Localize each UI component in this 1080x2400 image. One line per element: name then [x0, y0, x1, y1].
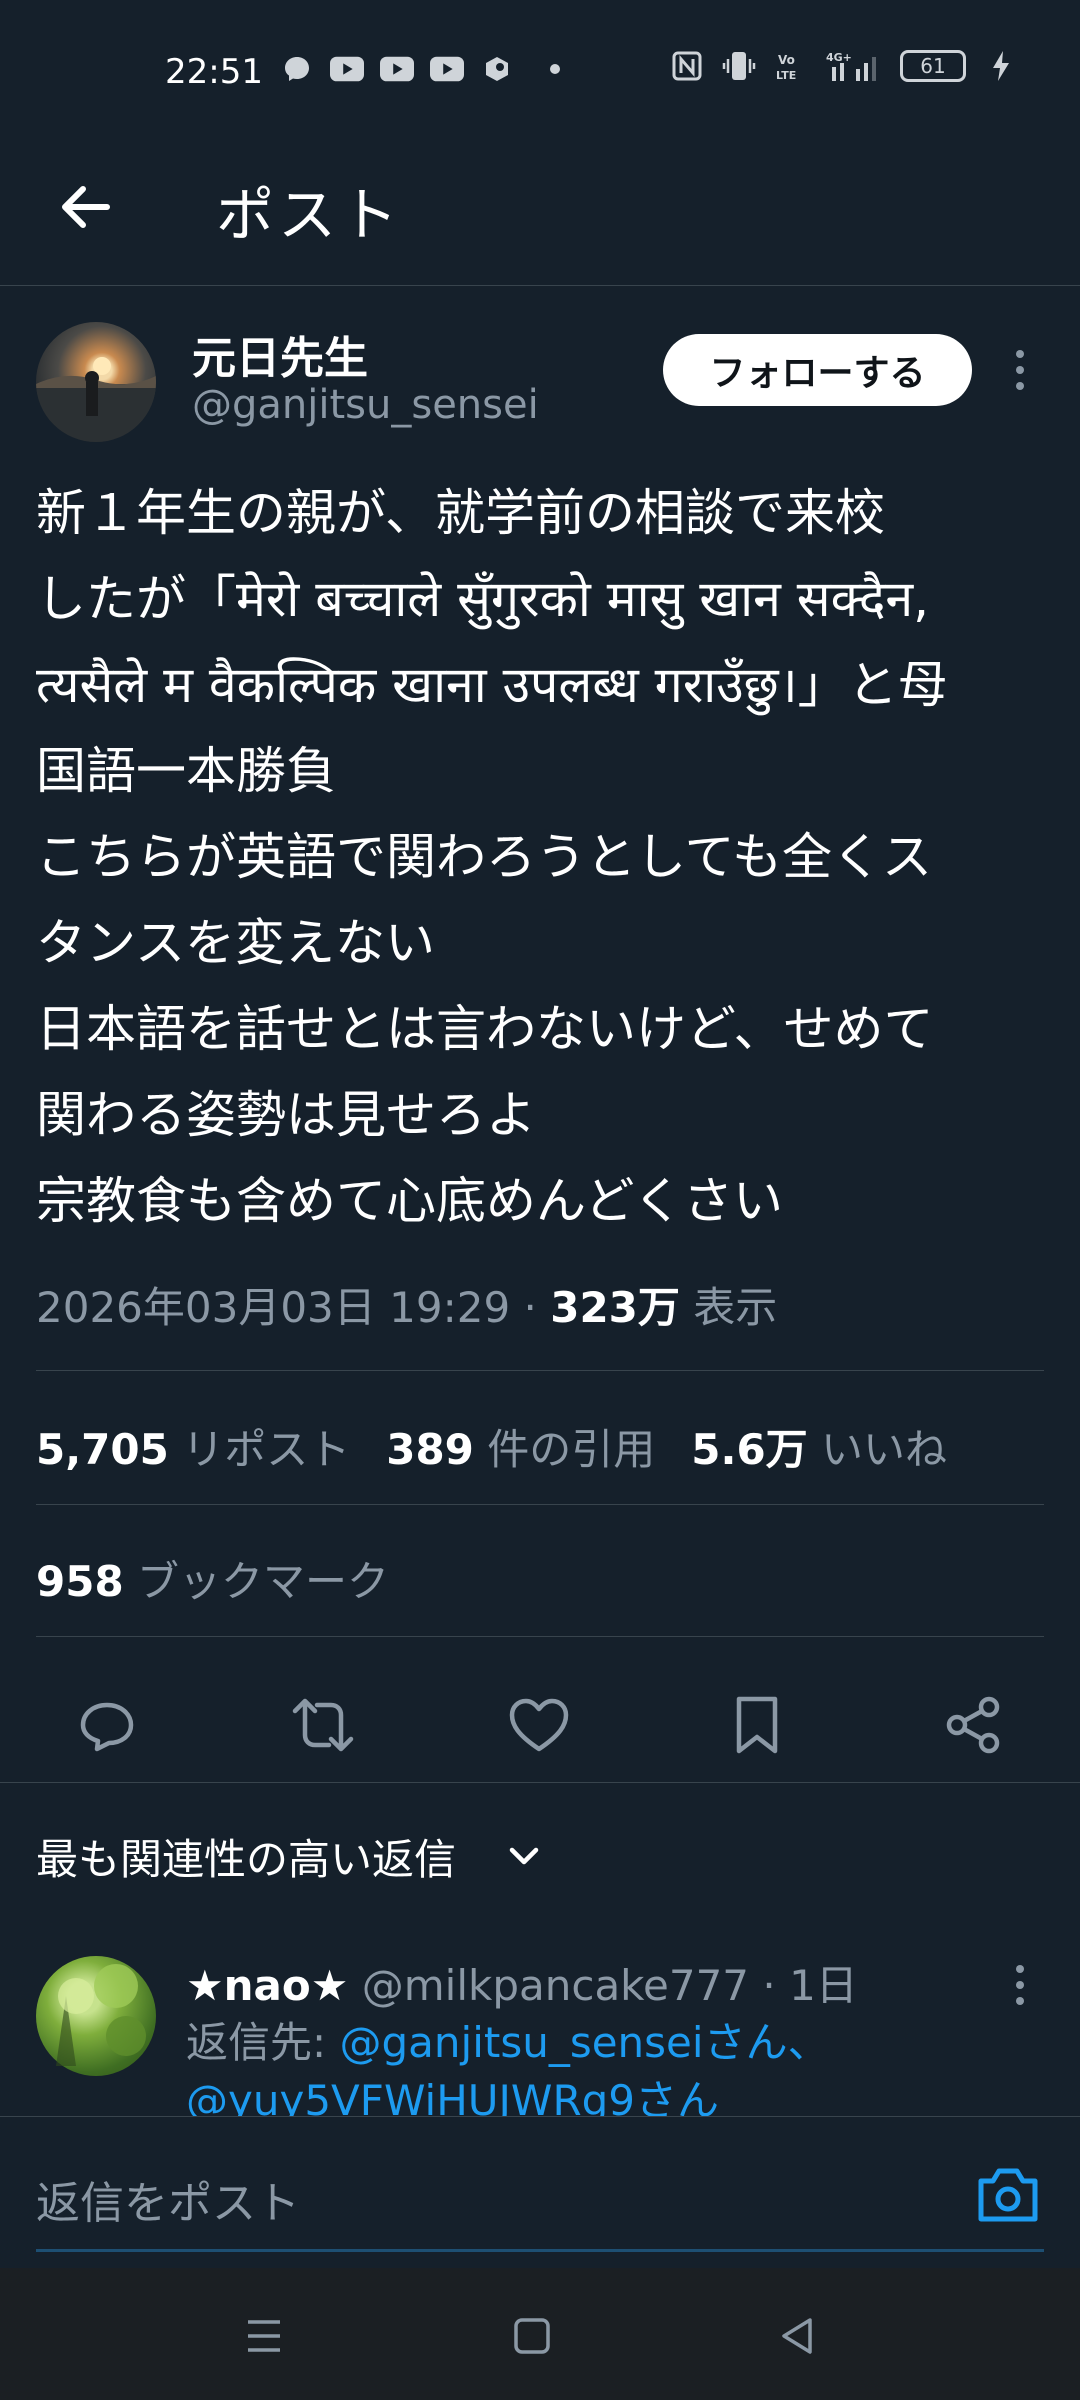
- divider: [36, 1636, 1044, 1637]
- reply-button[interactable]: [72, 1690, 142, 1760]
- 4g-signal-icon: 4G+: [826, 51, 882, 81]
- bookmarks-label: ブックマーク: [137, 1557, 390, 1606]
- system-icons: Vo LTE 4G+ 61: [670, 50, 1018, 82]
- charging-icon: [984, 51, 1018, 81]
- reply-input[interactable]: 返信をポスト: [36, 2167, 300, 2231]
- reply-more-options-button[interactable]: [1000, 1960, 1040, 2010]
- volte-icon: Vo LTE: [774, 51, 808, 82]
- reposts-label: リポスト: [182, 1425, 351, 1474]
- likes-count: 5.6万: [691, 1425, 808, 1474]
- author-handle[interactable]: @ganjitsu_sensei: [192, 382, 539, 428]
- notification-icons: [280, 54, 560, 84]
- reply-author-handle[interactable]: @milkpancake777: [362, 1961, 749, 2010]
- quotes-label: 件の引用: [487, 1425, 656, 1474]
- quotes-count: 389: [386, 1425, 474, 1474]
- reply-time: · 1日: [749, 1961, 858, 2010]
- messenger-icon: [280, 54, 314, 84]
- divider: [36, 1370, 1044, 1371]
- nfc-icon: [670, 51, 704, 81]
- likes-stat[interactable]: 5.6万 いいね: [691, 1416, 947, 1477]
- recents-button[interactable]: [236, 2308, 292, 2364]
- svg-text:4G+: 4G+: [826, 51, 852, 64]
- status-time: 22:51: [165, 52, 263, 92]
- svg-text:LTE: LTE: [776, 69, 796, 82]
- more-dot-icon: [1016, 366, 1024, 374]
- more-dot-icon: [1016, 350, 1024, 358]
- share-button[interactable]: [938, 1690, 1008, 1760]
- likes-label: いいね: [821, 1425, 948, 1474]
- bookmarks-count: 958: [36, 1557, 124, 1606]
- author-name[interactable]: 元日先生: [192, 322, 368, 386]
- back-button[interactable]: [50, 172, 120, 242]
- reposts-count: 5,705: [36, 1425, 169, 1474]
- arrow-left-icon: [62, 186, 110, 228]
- repost-button[interactable]: [288, 1690, 358, 1760]
- reply-to-line: 返信先: @ganjitsu_senseiさん、 @yuy5VFWiHUJWRg…: [186, 2014, 1046, 2118]
- square-icon: [514, 2318, 550, 2354]
- svg-text:Vo: Vo: [778, 53, 795, 67]
- youtube-icon: [330, 54, 364, 84]
- follow-button[interactable]: フォローする: [663, 334, 972, 406]
- chevron-down-icon[interactable]: [504, 1836, 544, 1876]
- youtube-icon: [430, 54, 464, 84]
- bookmarks-stat[interactable]: 958 ブックマーク: [36, 1548, 389, 1609]
- status-bar: 22:51 Vo LTE 4G+ 61: [0, 0, 1080, 140]
- views-count: 323万: [550, 1283, 680, 1332]
- top-app-bar: ポスト: [0, 140, 1080, 286]
- reposts-stat[interactable]: 5,705 リポスト: [36, 1416, 350, 1477]
- bookmark-button[interactable]: [722, 1690, 792, 1760]
- more-dot-icon: [1016, 1981, 1024, 1989]
- vibrate-icon: [722, 51, 756, 81]
- more-dot-icon: [1016, 1965, 1024, 1973]
- menu-icon: [248, 2320, 280, 2352]
- reply-sort-dropdown[interactable]: 最も関連性の高い返信: [36, 1826, 456, 1887]
- post-text: 新１年生の親が、就学前の相談で来校 したが「मेरो बच्चाले सुँगु…: [36, 484, 948, 1230]
- home-button[interactable]: [504, 2308, 560, 2364]
- system-back-button[interactable]: [770, 2308, 826, 2364]
- battery-icon: 61: [900, 50, 966, 82]
- bookmark-icon: [736, 1696, 778, 1754]
- reply-to-prefix: 返信先:: [186, 2018, 340, 2067]
- reply-icon: [80, 1702, 134, 1752]
- more-dot-icon: [1016, 1997, 1024, 2005]
- reply-to-mention-link[interactable]: @yuy5VFWiHUJWRg9さん: [186, 2076, 719, 2118]
- divider: [36, 1504, 1044, 1505]
- post-timestamp-views: 2026年03月03日 19:29 · 323万 表示: [36, 1274, 777, 1335]
- repost-icon: [292, 1698, 354, 1752]
- post-action-bar: [0, 1670, 1080, 1778]
- views-label: 表示: [679, 1283, 778, 1332]
- reply-author-name[interactable]: ★nao★: [186, 1961, 348, 2010]
- triangle-back-icon: [782, 2318, 812, 2354]
- author-avatar[interactable]: [36, 322, 156, 442]
- like-button[interactable]: [504, 1690, 574, 1760]
- input-underline: [36, 2249, 1044, 2252]
- engagement-stats: 5,705 リポスト 389 件の引用 5.6万 いいね: [36, 1416, 947, 1477]
- system-navigation-bar: [0, 2268, 1080, 2400]
- youtube-icon: [380, 54, 414, 84]
- reply-to-mention-link[interactable]: @ganjitsu_senseiさん、: [340, 2018, 830, 2067]
- post-more-options-button[interactable]: [1000, 345, 1040, 395]
- app-icon: [480, 54, 514, 84]
- divider: [0, 1782, 1080, 1783]
- share-icon: [946, 1696, 1000, 1754]
- camera-icon[interactable]: [975, 2165, 1041, 2225]
- heart-icon: [509, 1698, 569, 1752]
- page-title: ポスト: [216, 181, 403, 249]
- reply-header: ★nao★ @milkpancake777 · 1日: [186, 1952, 858, 2013]
- reply-composer: 返信をポスト: [0, 2116, 1080, 2268]
- dot-icon: [550, 64, 560, 74]
- post-timestamp[interactable]: 2026年03月03日 19:29 ·: [36, 1283, 550, 1332]
- reply-avatar[interactable]: [36, 1956, 156, 2076]
- quotes-stat[interactable]: 389 件の引用: [386, 1416, 655, 1477]
- more-dot-icon: [1016, 382, 1024, 390]
